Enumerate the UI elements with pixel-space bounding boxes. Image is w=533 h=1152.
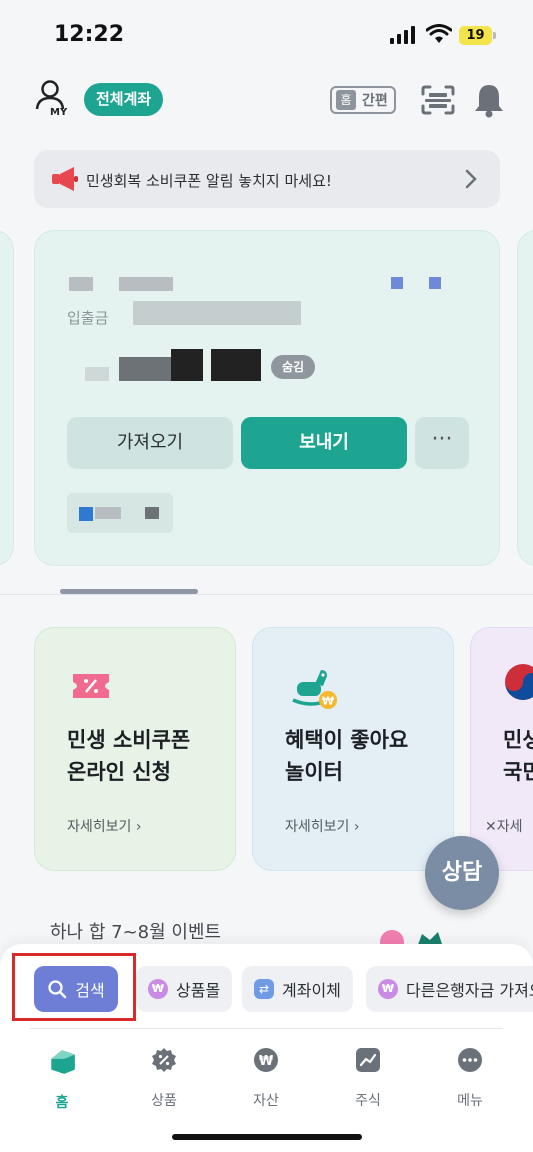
simple-mode-home-badge: 홈: [336, 90, 356, 110]
rocking-horse-icon: ₩: [292, 670, 337, 709]
notice-text: 민생회복 소비쿠폰 알림 놓치지 마세요!: [86, 172, 332, 190]
bell-icon[interactable]: [472, 82, 506, 118]
promo-detail-link[interactable]: ✕자세: [485, 816, 523, 836]
status-time: 12:22: [54, 22, 125, 47]
consult-button[interactable]: 상담: [425, 836, 499, 910]
notice-banner[interactable]: 민생회복 소비쿠폰 알림 놓치지 마세요!: [34, 150, 500, 208]
mall-chip[interactable]: ₩ 상품몰: [136, 966, 233, 1012]
event-title: 하나 합 7~8월 이벤트: [50, 922, 222, 943]
redacted-account-number: [133, 301, 301, 325]
all-accounts-button[interactable]: 전체계좌: [84, 83, 164, 116]
hide-balance-button[interactable]: 숨김: [271, 355, 315, 379]
promo-card-coupon[interactable]: 민생 소비쿠폰 온라인 신청 자세히보기 ›: [34, 627, 236, 871]
won-circle-icon: ₩: [148, 979, 168, 999]
home-icon: [51, 1050, 75, 1074]
home-indicator: [172, 1134, 362, 1140]
battery-level: 19: [459, 25, 492, 45]
my-label: MY: [50, 107, 68, 118]
promo-card-playground[interactable]: ₩ 혜택이 좋아요 놀이터 자세히보기 ›: [252, 627, 454, 871]
asset-icon: ₩: [254, 1048, 278, 1072]
transfer-icon: ⇄: [254, 979, 274, 999]
redacted-logo: [79, 507, 93, 521]
taegeuk-icon: [505, 664, 533, 700]
simple-mode-label: 간편: [362, 93, 388, 109]
tab-asset-label: 자산: [253, 1093, 279, 1109]
promo-title: 민생 국민: [503, 728, 533, 784]
redacted-mark: [429, 277, 441, 289]
promo-title: 민생 소비쿠폰 온라인 신청: [67, 728, 191, 784]
search-highlight-box: [12, 953, 136, 1021]
scan-icon[interactable]: [420, 84, 456, 116]
tab-product[interactable]: 상품: [129, 1046, 199, 1110]
promo-title: 혜택이 좋아요 놀이터: [285, 728, 409, 784]
tab-home-label: 홈: [55, 1095, 69, 1111]
inout-label: 입출금: [67, 309, 109, 327]
menu-icon: [458, 1048, 482, 1072]
redacted-account-name: [69, 277, 93, 291]
promo-detail-link[interactable]: 자세히보기 ›: [285, 816, 359, 836]
cellular-signal-icon: [390, 26, 415, 44]
product-icon: [152, 1048, 176, 1072]
account-card[interactable]: 입출금 숨김 가져오기 보내기 ···: [34, 230, 500, 566]
battery-icon: 19: [459, 25, 497, 45]
send-button[interactable]: 보내기: [241, 417, 407, 469]
wifi-icon: [426, 24, 452, 43]
linked-service-chip[interactable]: [67, 493, 173, 533]
promo-detail-link[interactable]: 자세히보기 ›: [67, 816, 141, 836]
transfer-chip-label: 계좌이체: [282, 981, 341, 1000]
coupon-icon: [73, 674, 109, 698]
tab-menu[interactable]: 메뉴: [435, 1046, 505, 1110]
svg-text:₩: ₩: [259, 1054, 274, 1069]
tab-menu-label: 메뉴: [457, 1093, 483, 1109]
redacted-balance: [171, 349, 203, 381]
tab-stock[interactable]: 주식: [333, 1046, 403, 1110]
mall-chip-label: 상품몰: [176, 981, 221, 1000]
svg-text:₩: ₩: [322, 695, 334, 708]
other-bank-chip[interactable]: ₩ 다른은행자금 가져오기: [366, 966, 533, 1012]
fetch-button[interactable]: 가져오기: [67, 417, 233, 469]
megaphone-icon: [52, 167, 78, 191]
redacted-balance: [211, 349, 261, 381]
tab-home[interactable]: 홈: [27, 1046, 97, 1112]
won-circle-icon: ₩: [378, 979, 398, 999]
redacted-text: [95, 507, 121, 519]
tab-asset[interactable]: ₩ 자산: [231, 1046, 301, 1110]
user-icon: [35, 80, 65, 110]
tab-product-label: 상품: [151, 1093, 177, 1109]
stock-icon: [356, 1048, 380, 1072]
simple-mode-toggle[interactable]: 홈 간편: [330, 86, 396, 114]
tab-stock-label: 주식: [355, 1093, 381, 1109]
next-account-card[interactable]: [517, 230, 533, 566]
more-button[interactable]: ···: [415, 417, 469, 469]
redacted-mark: [391, 277, 403, 289]
sheet-divider: [30, 1028, 503, 1029]
transfer-chip[interactable]: ⇄ 계좌이체: [242, 966, 353, 1012]
my-profile-button[interactable]: MY: [34, 80, 70, 120]
redacted-account-name: [119, 277, 173, 291]
redacted-balance: [85, 367, 109, 381]
prev-account-card[interactable]: [0, 230, 14, 566]
chevron-right-icon: [465, 169, 477, 189]
redacted-balance: [119, 357, 171, 381]
redacted-text: [145, 507, 159, 519]
other-bank-chip-label: 다른은행자금 가져오기: [406, 981, 533, 1000]
section-divider: [0, 594, 533, 595]
promo-card-partial[interactable]: 민생 국민 ✕자세: [470, 627, 533, 871]
